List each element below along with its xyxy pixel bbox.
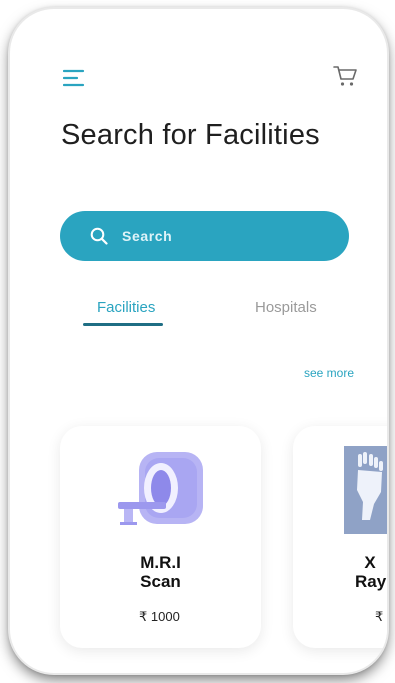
facility-title: M.R.I Scan	[140, 553, 181, 591]
search-bar[interactable]	[60, 211, 349, 261]
mri-scanner-illustration	[118, 452, 203, 525]
see-more-link[interactable]: see more	[304, 366, 354, 380]
facility-card-mri[interactable]: M.R.I Scan ₹ 1000	[60, 426, 261, 648]
tab-hospitals[interactable]: Hospitals	[255, 299, 317, 316]
facility-card-xray[interactable]: X Ray ₹ 5	[293, 426, 387, 648]
facility-title: X Ray	[355, 553, 387, 591]
cart-icon[interactable]	[332, 64, 358, 88]
facility-price: ₹ 5	[375, 609, 387, 624]
hamburger-menu-icon[interactable]	[63, 68, 87, 88]
phone-screen: Search for Facilities Facilities Hospita…	[10, 9, 387, 673]
active-tab-indicator	[83, 323, 163, 326]
facility-price: ₹ 1000	[139, 609, 180, 624]
xray-foot-illustration	[344, 446, 387, 534]
search-icon	[90, 227, 108, 245]
search-input[interactable]	[120, 227, 324, 245]
page-title: Search for Facilities	[61, 119, 320, 151]
tab-facilities[interactable]: Facilities	[97, 299, 155, 316]
